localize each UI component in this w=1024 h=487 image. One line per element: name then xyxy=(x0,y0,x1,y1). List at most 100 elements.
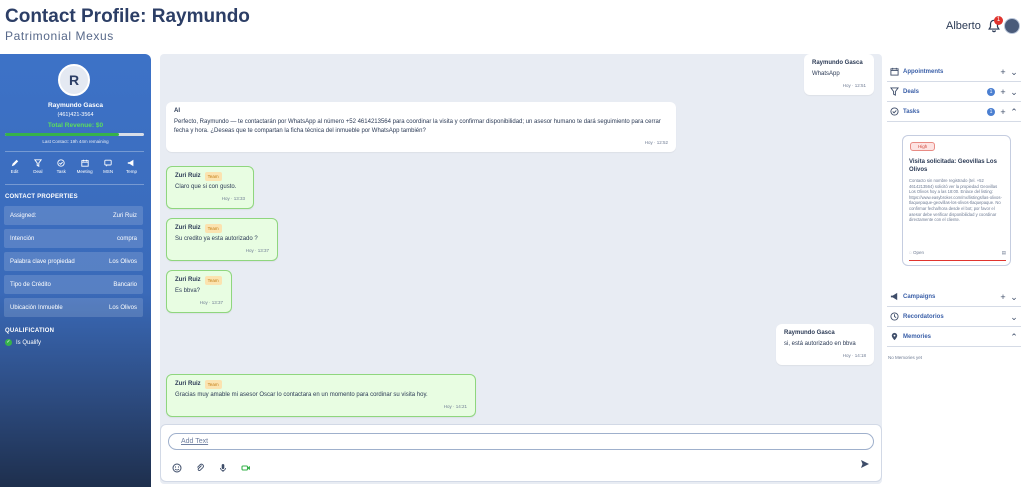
message-time: Hoy · 13:33 xyxy=(221,196,245,201)
message-time: Hoy · 12:52 xyxy=(644,140,668,145)
message-bubble: Zuri Ruiz Team Gracias muy amable mi ases… xyxy=(166,374,476,417)
add-task-button[interactable]: + xyxy=(999,107,1007,116)
property-value: Los Olivos xyxy=(108,258,137,265)
message-text: Gracias muy amable mi asesor Oscar lo co… xyxy=(175,392,428,398)
megaphone-icon xyxy=(128,159,134,167)
calendar-icon xyxy=(890,67,899,76)
task-description: Contacto sin nombre registrado (tel. +52… xyxy=(909,178,1002,223)
add-appointment-button[interactable]: + xyxy=(999,67,1007,76)
message-bubble: Zuri Ruiz Team Es bbva? Hoy · 13:37 xyxy=(166,270,232,313)
chat-thread[interactable]: Raymundo Gasca WhatsApp Hoy · 12:51 AI P… xyxy=(160,54,882,484)
total-revenue: Total Revenue: $0 xyxy=(47,122,104,129)
deal-label: Deal xyxy=(33,169,43,174)
property-label: Tipo de Crédito xyxy=(10,281,51,288)
message-bubble: Raymundo Gasca WhatsApp Hoy · 12:51 xyxy=(804,54,874,95)
property-intencion[interactable]: Intención compra xyxy=(4,229,143,248)
chevron-down-icon[interactable]: ⌄ xyxy=(1010,312,1018,321)
property-palabra-clave[interactable]: Palabra clave propiedad Los Olivos xyxy=(4,252,143,271)
user-avatar[interactable] xyxy=(1004,18,1020,34)
message-text: Claro que si con gusto. xyxy=(175,184,237,190)
property-tipo-credito[interactable]: Tipo de Crédito Bancario xyxy=(4,275,143,294)
msn-button[interactable]: MSN xyxy=(99,159,118,174)
funnel-icon xyxy=(33,159,42,167)
property-label: Ubicación Inmueble xyxy=(10,304,63,311)
deals-count-badge: 1 xyxy=(987,87,995,96)
task-button[interactable]: Task xyxy=(52,159,71,174)
qualify-label: Is Qualify xyxy=(16,339,42,346)
recordatorios-section[interactable]: Recordatorios ⌄ xyxy=(887,307,1021,327)
message-sender: Zuri Ruiz xyxy=(175,173,201,179)
deals-section[interactable]: Deals 1 + ⌄ xyxy=(887,82,1021,102)
message-bubble: Zuri Ruiz Team Su credito ya esta autoriz… xyxy=(166,218,278,261)
clock-icon xyxy=(890,312,899,321)
message-bubble: Zuri Ruiz Team Claro que si con gusto. Ho… xyxy=(166,166,254,209)
contact-phone: (461)421-3564 xyxy=(57,112,94,118)
property-assigned[interactable]: Assigned: Zuri Ruiz xyxy=(4,206,143,225)
trash-icon[interactable]: ▤ xyxy=(1002,250,1006,256)
add-deal-button[interactable]: + xyxy=(999,87,1007,96)
meeting-button[interactable]: Meeting xyxy=(75,159,94,174)
send-icon[interactable] xyxy=(860,459,870,469)
temp-button[interactable]: Temp xyxy=(122,159,141,174)
chevron-down-icon[interactable]: ⌄ xyxy=(1010,292,1018,301)
composer-toolbar xyxy=(172,460,251,473)
deal-button[interactable]: Deal xyxy=(28,159,47,174)
campaigns-section[interactable]: Campaigns + ⌄ xyxy=(887,287,1021,307)
property-value: Los Olivos xyxy=(108,304,137,311)
campaigns-label: Campaigns xyxy=(903,293,936,300)
add-campaign-button[interactable]: + xyxy=(999,292,1007,301)
team-tag: Team xyxy=(204,224,222,233)
emoji-icon[interactable] xyxy=(172,460,182,473)
team-tag: Team xyxy=(204,276,222,285)
megaphone-icon xyxy=(890,292,898,301)
priority-badge: High xyxy=(910,142,936,151)
message-input[interactable]: Add Text xyxy=(168,433,874,450)
message-sender: Zuri Ruiz xyxy=(175,381,201,387)
sidebar-divider xyxy=(5,151,144,152)
qualify-status[interactable]: ✓ Is Qualify xyxy=(5,339,41,346)
chevron-down-icon[interactable]: ⌄ xyxy=(1010,67,1018,76)
message-icon xyxy=(104,159,112,167)
microphone-icon[interactable] xyxy=(218,460,228,472)
property-value: compra xyxy=(116,235,137,242)
message-composer: Add Text xyxy=(160,424,882,482)
recordatorios-label: Recordatorios xyxy=(903,313,944,320)
task-status-label: Open xyxy=(912,250,924,255)
task-card[interactable]: High Visita solicitada: Geovillas Los Ol… xyxy=(902,135,1011,266)
calendar-icon xyxy=(81,159,89,167)
user-name[interactable]: Alberto xyxy=(946,20,981,32)
chevron-up-icon[interactable]: ⌃ xyxy=(1010,332,1018,341)
attachment-icon[interactable] xyxy=(195,460,205,471)
message-text: Su credito ya esta autorizado ? xyxy=(175,236,258,242)
contact-actions: Edit Deal Task Meeting MSN Temp xyxy=(5,159,141,174)
page-subtitle: Patrimonial Mexus xyxy=(5,29,114,43)
tasks-label: Tasks xyxy=(903,108,920,115)
message-sender: Zuri Ruiz xyxy=(175,225,201,231)
tasks-section[interactable]: Tasks 1 + ⌃ xyxy=(887,102,1021,122)
revenue-progress-fill xyxy=(5,133,119,136)
memories-section[interactable]: Memories ⌃ xyxy=(887,327,1021,347)
message-text: si, está autorizado en bbva xyxy=(784,341,856,347)
task-status[interactable]: ◌ Open xyxy=(909,250,924,256)
message-time: Hoy · 13:37 xyxy=(199,300,223,305)
message-time: Hoy · 14:21 xyxy=(443,404,467,409)
right-panel: Appointments + ⌄ Deals 1 + ⌄ Tasks 1 + ⌃… xyxy=(887,60,1021,480)
chevron-down-icon[interactable]: ⌄ xyxy=(1010,87,1018,96)
edit-label: Edit xyxy=(10,169,19,174)
notification-badge: 1 xyxy=(994,16,1003,25)
message-sender: Raymundo Gasca xyxy=(812,60,863,66)
last-contact: Last Contact: 19h 44m remaining xyxy=(42,139,109,144)
check-circle-icon xyxy=(57,159,65,167)
edit-button[interactable]: Edit xyxy=(5,159,24,174)
video-icon[interactable] xyxy=(241,460,251,471)
chevron-up-icon[interactable]: ⌃ xyxy=(1010,107,1018,116)
task-label: Task xyxy=(56,169,66,174)
pencil-icon xyxy=(11,159,18,167)
property-ubicacion[interactable]: Ubicación Inmueble Los Olivos xyxy=(4,298,143,317)
task-footer: ◌ Open ▤ xyxy=(909,250,1006,256)
property-label: Palabra clave propiedad xyxy=(10,258,75,265)
pin-icon xyxy=(891,332,898,341)
appointments-section[interactable]: Appointments + ⌄ xyxy=(887,62,1021,82)
funnel-icon xyxy=(890,87,899,96)
contact-avatar: R xyxy=(58,64,90,96)
